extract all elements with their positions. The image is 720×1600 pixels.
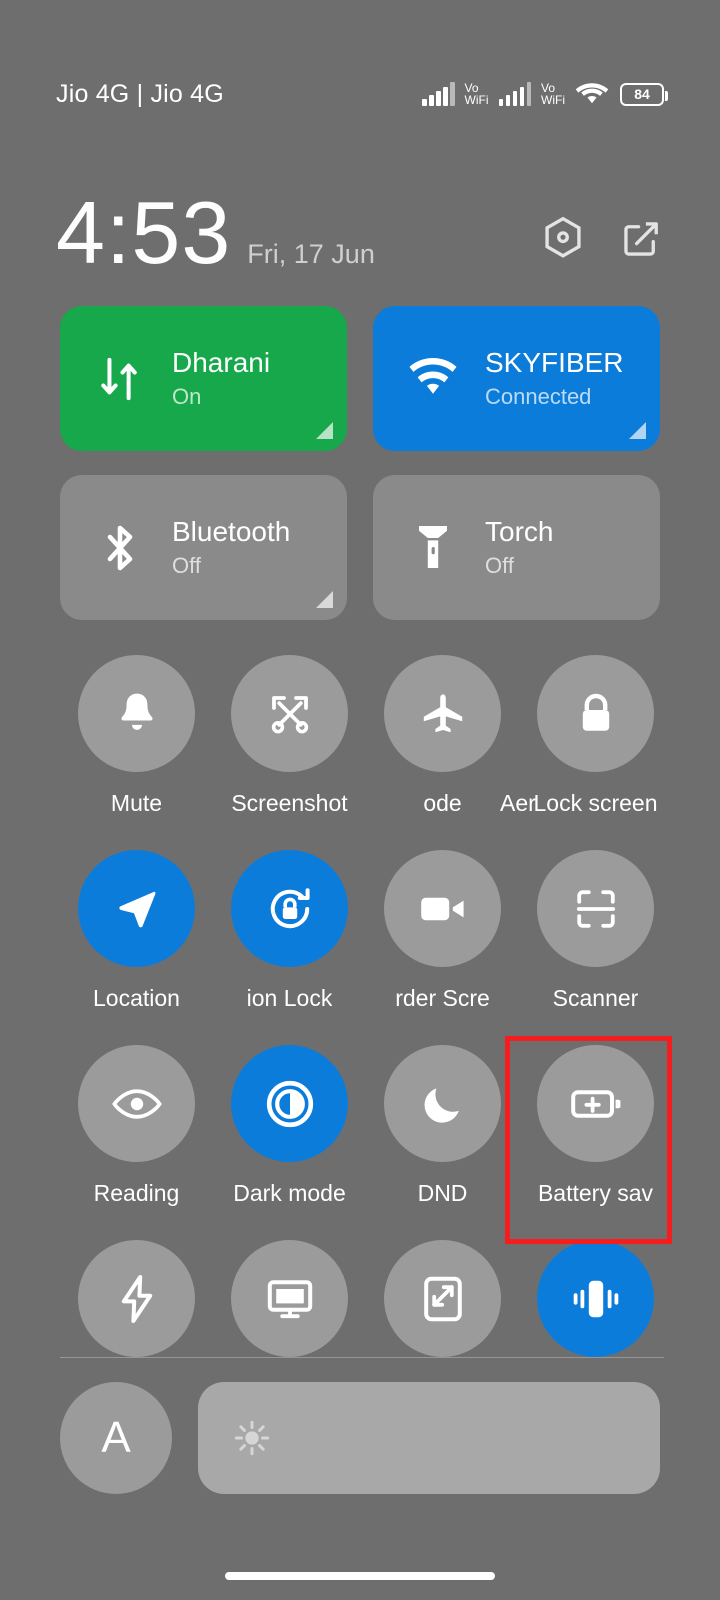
clock-actions (540, 216, 664, 262)
sun-brightness-icon (232, 1418, 272, 1458)
brightness-row: A (60, 1382, 660, 1494)
eye-icon[interactable] (78, 1045, 195, 1162)
toggle-screen-recorder[interactable]: rder Scre (366, 850, 519, 1012)
signal-bars-sim2-icon (498, 82, 531, 106)
toggle-vibrate[interactable] (519, 1240, 672, 1357)
tile-state: Connected (485, 383, 592, 409)
toggle-reading-mode[interactable]: Reading (60, 1045, 213, 1207)
clock-date-group[interactable]: 4:53 Fri, 17 Jun (56, 189, 375, 277)
toggle-label: ode (423, 790, 462, 816)
toggle-dark-mode[interactable]: Dark mode (213, 1045, 366, 1207)
lightning-bolt-icon[interactable] (78, 1240, 195, 1357)
bell-icon[interactable] (78, 655, 195, 772)
brightness-slider[interactable] (198, 1382, 660, 1494)
mobile-data-arrows-icon (94, 353, 146, 405)
toggle-label: Mute (110, 790, 163, 816)
rotation-lock-icon[interactable] (231, 850, 348, 967)
tile-state: Off (485, 552, 514, 578)
toggle-label: Lock screen (533, 790, 658, 816)
edit-pencil-icon[interactable] (618, 216, 664, 262)
hexagon-settings-icon[interactable] (540, 216, 586, 262)
toggle-label: Battery sav (537, 1180, 654, 1206)
tile-label: Bluetooth (172, 515, 291, 547)
tile-label: Dharani (172, 346, 271, 378)
airplane-icon[interactable] (384, 655, 501, 772)
toggle-dnd[interactable]: DND (366, 1045, 519, 1207)
toggle-grid-row-4 (60, 1240, 672, 1357)
panel-divider (60, 1357, 664, 1358)
toggle-scanner[interactable]: Scanner (519, 850, 672, 1012)
battery-plus-icon[interactable] (537, 1045, 654, 1162)
toggle-rotation-lock[interactable]: ion Lock (213, 850, 366, 1012)
tile-bluetooth[interactable]: Bluetooth Off (60, 475, 347, 620)
signal-bars-sim1-icon (422, 82, 455, 106)
toggle-grid-row-3: Reading Dark mode DND Battery sav (60, 1045, 672, 1207)
toggle-label: Location (93, 985, 180, 1011)
tile-label: SKYFIBER (485, 346, 624, 378)
tile-expand-corner-icon[interactable] (316, 422, 333, 439)
resize-arrows-icon[interactable] (384, 1240, 501, 1357)
toggle-power-boost[interactable] (60, 1240, 213, 1357)
toggle-location[interactable]: Location (60, 850, 213, 1012)
location-arrow-icon[interactable] (78, 850, 195, 967)
lock-icon[interactable] (537, 655, 654, 772)
gesture-navigation-bar[interactable] (225, 1572, 495, 1580)
toggle-label: Screenshot (231, 790, 348, 816)
wifi-icon (575, 81, 609, 107)
big-tiles-row-1: Dharani On SKYFIBER Connected (60, 306, 660, 451)
vowifi-sim2-label: Vo WiFi (541, 80, 565, 107)
toggle-label: Scanner (552, 985, 639, 1011)
clock-row: 4:53 Fri, 17 Jun (56, 176, 664, 277)
toggle-label: ion Lock (246, 985, 333, 1011)
auto-brightness-button[interactable]: A (60, 1382, 172, 1494)
toggle-screenshot[interactable]: Screenshot (213, 655, 366, 817)
battery-indicator: 84 (620, 82, 668, 106)
tile-expand-corner-icon[interactable] (629, 422, 646, 439)
toggle-airplane-mode[interactable]: ode (366, 655, 519, 817)
clock-time[interactable]: 4:53 (56, 189, 231, 277)
screenshot-crop-icon[interactable] (231, 655, 348, 772)
toggle-grid-row-2: Location ion Lock rder Scre Scanner (60, 850, 672, 1012)
vowifi-sim1-label: Vo WiFi (464, 80, 489, 107)
big-tiles-row-2: Bluetooth Off Torch Off (60, 475, 660, 620)
toggle-cast[interactable] (213, 1240, 366, 1357)
flashlight-icon (407, 522, 459, 574)
cast-monitor-icon[interactable] (231, 1240, 348, 1357)
bluetooth-icon (94, 522, 146, 574)
toggle-lock-screen[interactable]: Lock screen (519, 655, 672, 817)
toggle-label-fragment: Aer (500, 790, 536, 816)
toggle-battery-saver[interactable]: Battery sav (519, 1045, 672, 1207)
tile-torch[interactable]: Torch Off (373, 475, 660, 620)
tile-wifi[interactable]: SKYFIBER Connected (373, 306, 660, 451)
toggle-label: DND (417, 1180, 468, 1206)
tile-state: On (172, 383, 202, 409)
vibrate-icon[interactable] (537, 1240, 654, 1357)
status-bar: Jio 4G | Jio 4G Vo WiFi Vo WiFi 84 (0, 0, 720, 160)
toggle-resize[interactable] (366, 1240, 519, 1357)
toggle-label: rder Scre (395, 985, 490, 1011)
toggle-label: Dark mode (233, 1180, 346, 1206)
tile-label: Torch (485, 515, 554, 547)
carrier-label: Jio 4G | Jio 4G (56, 79, 224, 108)
toggle-grid-row-1: Mute Screenshot ode Lock screen Aer (60, 655, 672, 817)
toggle-label: Reading (93, 1180, 180, 1206)
wifi-icon (407, 353, 459, 405)
toggle-mute[interactable]: Mute (60, 655, 213, 817)
clock-date: Fri, 17 Jun (247, 239, 375, 269)
status-icons: Vo WiFi Vo WiFi 84 (422, 53, 668, 107)
tile-state: Off (172, 552, 201, 578)
tile-expand-corner-icon[interactable] (316, 591, 333, 608)
scanner-frame-icon[interactable] (537, 850, 654, 967)
video-camera-icon[interactable] (384, 850, 501, 967)
moon-icon[interactable] (384, 1045, 501, 1162)
tile-mobile-data[interactable]: Dharani On (60, 306, 347, 451)
contrast-icon[interactable] (231, 1045, 348, 1162)
